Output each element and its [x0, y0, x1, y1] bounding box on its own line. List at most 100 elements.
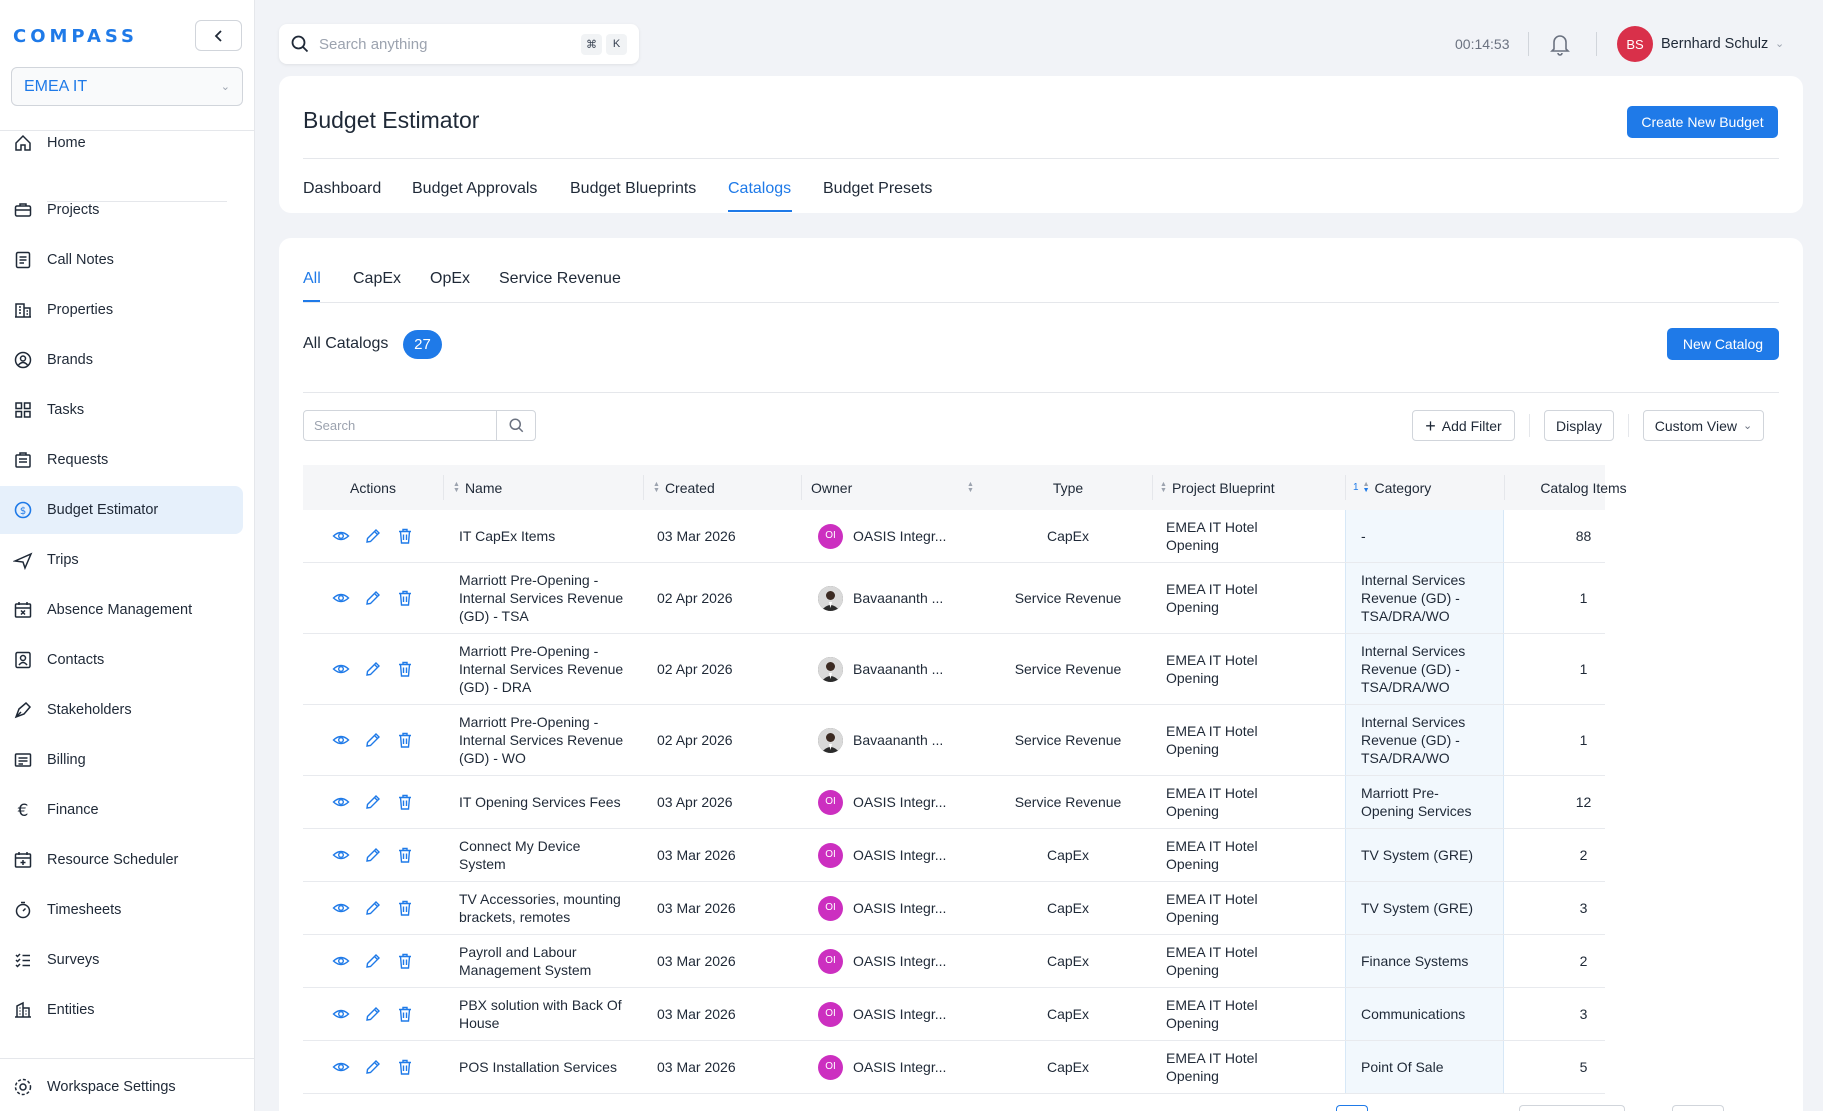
- eye-icon[interactable]: [331, 845, 351, 865]
- edit-icon[interactable]: [363, 659, 383, 679]
- cell-name[interactable]: Payroll and Labour Management System: [459, 935, 649, 987]
- sidebar-item-call-notes[interactable]: Call Notes: [0, 236, 243, 284]
- table-row[interactable]: IT Opening Services Fees 03 Apr 2026 OI OAS…: [303, 776, 1605, 829]
- cell-name[interactable]: IT Opening Services Fees: [459, 776, 649, 828]
- eye-icon[interactable]: [331, 730, 351, 750]
- eye-icon[interactable]: [331, 1057, 351, 1077]
- table-row[interactable]: Marriott Pre-Opening - Internal Services …: [303, 705, 1605, 776]
- compass-logo[interactable]: COMPASS: [13, 26, 138, 47]
- eye-icon[interactable]: [331, 588, 351, 608]
- table-row[interactable]: Connect My Device System 03 Mar 2026 OI OASI…: [303, 829, 1605, 882]
- table-row[interactable]: Marriott Pre-Opening - Internal Services …: [303, 563, 1605, 634]
- cell-name[interactable]: Marriott Pre-Opening - Internal Services …: [459, 634, 649, 704]
- search-button[interactable]: [496, 411, 535, 440]
- sort-icon[interactable]: ▲ ▼: [967, 481, 974, 494]
- sidebar-item-finance[interactable]: € Finance: [0, 786, 243, 834]
- sort-icon[interactable]: ▲ ▼: [653, 481, 660, 494]
- trash-icon[interactable]: [395, 526, 415, 546]
- edit-icon[interactable]: [363, 845, 383, 865]
- edit-icon[interactable]: [363, 1057, 383, 1077]
- sidebar-item-entities[interactable]: Entities: [0, 986, 243, 1034]
- page-jump-input[interactable]: [1672, 1105, 1724, 1111]
- cell-name[interactable]: Connect My Device System: [459, 829, 649, 881]
- sidebar-item-contacts[interactable]: Contacts: [0, 636, 243, 684]
- pagination-current[interactable]: [1336, 1105, 1368, 1111]
- cell-name[interactable]: IT CapEx Items: [459, 510, 649, 562]
- cell-name[interactable]: POS Installation Services: [459, 1041, 649, 1093]
- cell-name[interactable]: TV Accessories, mounting brackets, remote…: [459, 882, 649, 934]
- eye-icon[interactable]: [331, 898, 351, 918]
- subtab-capex[interactable]: CapEx: [353, 270, 401, 288]
- edit-icon[interactable]: [363, 526, 383, 546]
- user-name[interactable]: Bernhard Schulz: [1661, 36, 1768, 52]
- cell-name[interactable]: Marriott Pre-Opening - Internal Services …: [459, 563, 649, 633]
- table-row[interactable]: TV Accessories, mounting brackets, remote…: [303, 882, 1605, 935]
- table-row[interactable]: IT CapEx Items 03 Mar 2026 OI OASIS Integr.…: [303, 510, 1605, 563]
- sidebar-item-surveys[interactable]: Surveys: [0, 936, 243, 984]
- edit-icon[interactable]: [363, 951, 383, 971]
- sidebar-item-stakeholders[interactable]: Stakeholders: [0, 686, 243, 734]
- global-search[interactable]: Search anything ⌘ K: [279, 24, 639, 64]
- display-button[interactable]: Display: [1544, 410, 1614, 441]
- workspace-select[interactable]: EMEA IT ⌄: [11, 67, 243, 106]
- bell-icon[interactable]: [1549, 32, 1571, 60]
- table-row[interactable]: Marriott Pre-Opening - Internal Services …: [303, 634, 1605, 705]
- edit-icon[interactable]: [363, 588, 383, 608]
- tab-dashboard[interactable]: Dashboard: [303, 180, 381, 198]
- column-project-blueprint[interactable]: ▲ ▼ Project Blueprint: [1160, 465, 1340, 510]
- cell-name[interactable]: PBX solution with Back Of House: [459, 988, 649, 1040]
- column-category[interactable]: 1 ▲ ▼ Category: [1353, 465, 1503, 510]
- sidebar-item-requests[interactable]: Requests: [0, 436, 243, 484]
- trash-icon[interactable]: [395, 898, 415, 918]
- sidebar-item-brands[interactable]: Brands: [0, 336, 243, 384]
- trash-icon[interactable]: [395, 730, 415, 750]
- create-new-budget-button[interactable]: Create New Budget: [1627, 106, 1778, 138]
- chevron-down-icon[interactable]: ⌄: [1775, 37, 1784, 50]
- sort-icon[interactable]: ▲ ▼: [453, 481, 460, 494]
- trash-icon[interactable]: [395, 792, 415, 812]
- eye-icon[interactable]: [331, 1004, 351, 1024]
- add-filter-button[interactable]: + Add Filter: [1412, 410, 1515, 441]
- column-name[interactable]: ▲ ▼ Name: [453, 465, 643, 510]
- trash-icon[interactable]: [395, 1057, 415, 1077]
- edit-icon[interactable]: [363, 730, 383, 750]
- sidebar-item-trips[interactable]: Trips: [0, 536, 243, 584]
- subtab-opex[interactable]: OpEx: [430, 270, 470, 288]
- sidebar-item-home[interactable]: Home: [0, 119, 243, 167]
- table-row[interactable]: PBX solution with Back Of House 03 Mar 202…: [303, 988, 1605, 1041]
- user-avatar[interactable]: BS: [1617, 26, 1653, 62]
- edit-icon[interactable]: [363, 898, 383, 918]
- sidebar-item-budget-estimator[interactable]: $ Budget Estimator: [0, 486, 243, 534]
- sort-icon[interactable]: ▲ ▼: [1160, 481, 1167, 494]
- sidebar-item-timesheets[interactable]: Timesheets: [0, 886, 243, 934]
- table-row[interactable]: Payroll and Labour Management System 03 Ma…: [303, 935, 1605, 988]
- sidebar-item-billing[interactable]: Billing: [0, 736, 243, 784]
- search-input[interactable]: Search: [304, 411, 496, 440]
- custom-view-select[interactable]: Custom View ⌄: [1643, 410, 1764, 441]
- column-owner-sort[interactable]: ▲ ▼: [967, 465, 987, 510]
- subtab-all[interactable]: All: [303, 270, 321, 288]
- trash-icon[interactable]: [395, 951, 415, 971]
- tab-catalogs[interactable]: Catalogs: [728, 180, 791, 198]
- eye-icon[interactable]: [331, 792, 351, 812]
- column-created[interactable]: ▲ ▼ Created: [653, 465, 793, 510]
- tab-budget-approvals[interactable]: Budget Approvals: [412, 180, 537, 198]
- eye-icon[interactable]: [331, 659, 351, 679]
- trash-icon[interactable]: [395, 659, 415, 679]
- sidebar-item-absence-management[interactable]: Absence Management: [0, 586, 243, 634]
- sidebar-item-properties[interactable]: Properties: [0, 286, 243, 334]
- tab-budget-presets[interactable]: Budget Presets: [823, 180, 932, 198]
- table-search[interactable]: Search: [303, 410, 536, 441]
- eye-icon[interactable]: [331, 526, 351, 546]
- edit-icon[interactable]: [363, 1004, 383, 1024]
- sidebar-item-tasks[interactable]: Tasks: [0, 386, 243, 434]
- sort-icon[interactable]: ▲ ▼: [1363, 481, 1370, 494]
- subtab-service-revenue[interactable]: Service Revenue: [499, 270, 621, 288]
- sidebar-item-resource-scheduler[interactable]: Resource Scheduler: [0, 836, 243, 884]
- collapse-sidebar-button[interactable]: [195, 20, 242, 51]
- trash-icon[interactable]: [395, 1004, 415, 1024]
- edit-icon[interactable]: [363, 792, 383, 812]
- sidebar-item-projects[interactable]: Projects: [0, 186, 243, 234]
- table-row[interactable]: POS Installation Services 03 Mar 2026 OI OA…: [303, 1041, 1605, 1094]
- tab-budget-blueprints[interactable]: Budget Blueprints: [570, 180, 696, 198]
